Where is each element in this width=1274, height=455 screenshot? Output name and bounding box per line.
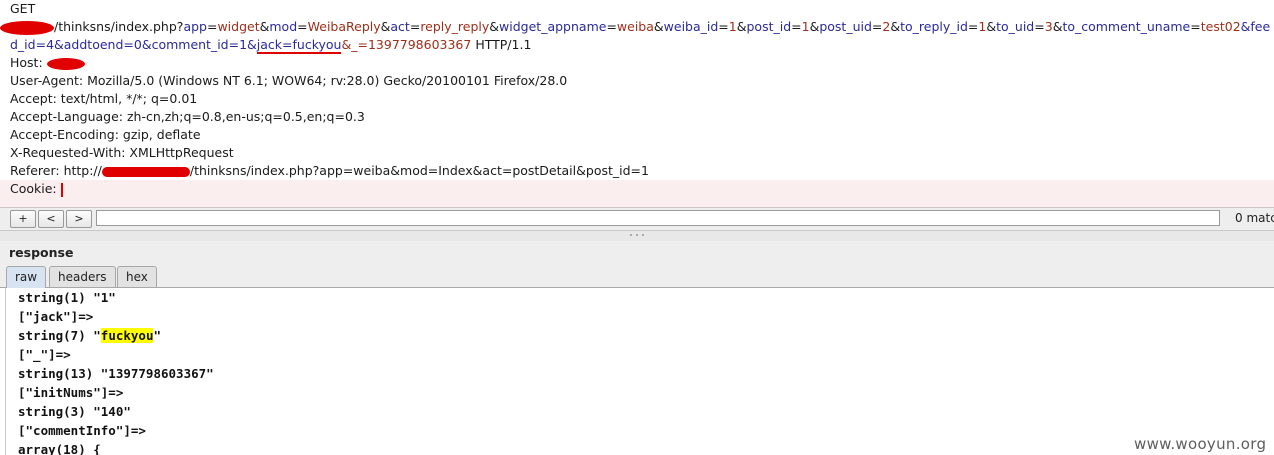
help-button[interactable]: + <box>10 210 36 228</box>
http-version: HTTP/1.1 <box>471 37 532 52</box>
host-value-redaction <box>46 57 85 70</box>
referer-header: Referer: http:// /thinksns/index.php?app=… <box>0 162 1274 180</box>
tab-headers[interactable]: headers <box>49 266 116 287</box>
search-bar: + < > 0 matches <box>0 207 1274 231</box>
param-equals: = <box>409 19 421 34</box>
splitter-grip-dot <box>642 234 644 236</box>
cookie-label: Cookie: <box>10 181 61 196</box>
response-title: response <box>9 245 74 260</box>
param-separator: & <box>890 19 901 34</box>
param-value: widget <box>217 19 260 34</box>
param-equals: = <box>206 19 218 34</box>
url-wrap-tail: &fee <box>1240 19 1271 34</box>
request-method-line: GET <box>0 0 1274 18</box>
url-params: app=widget&mod=WeibaReply&act=reply_repl… <box>183 19 1240 34</box>
response-header: response <box>0 241 1274 265</box>
param-value: 3 <box>1044 19 1053 34</box>
param-equals: = <box>1190 19 1201 34</box>
param-key: mod <box>269 19 298 34</box>
param-separator: & <box>380 19 391 34</box>
param-key: to_comment_uname <box>1062 19 1191 34</box>
param-equals: = <box>791 19 802 34</box>
param-key: weiba_id <box>663 19 719 34</box>
request-editor[interactable]: GET /thinksns/index.php?app=widget&mod=W… <box>0 0 1274 207</box>
tab-hex[interactable]: hex <box>117 266 157 287</box>
response-body[interactable]: string(1) "1" ["jack"]=> string(7) "fuck… <box>5 288 1274 455</box>
response-line: array(18) { <box>18 442 101 455</box>
url-line2-head: d_id=4&addtoend=0&comment_id=1& <box>10 37 257 52</box>
user-agent-header: User-Agent: Mozilla/5.0 (Windows NT 6.1;… <box>10 73 568 88</box>
response-line: ["commentInfo"]=> <box>18 423 146 438</box>
jack-param: jack=fuckyou <box>256 37 342 54</box>
param-key: app <box>183 19 207 34</box>
param-value: weiba <box>616 19 654 34</box>
response-line-suffix: " <box>153 328 162 343</box>
param-value: 1 <box>728 19 737 34</box>
response-line: string(7) "fuckyou" <box>6 326 1274 345</box>
param-separator: & <box>653 19 664 34</box>
referer-prefix: Referer: http:// <box>10 163 102 178</box>
cookie-overflow-line <box>0 198 1274 207</box>
match-count: 0 matches <box>1235 211 1274 225</box>
accept-header: Accept: text/html, */*; q=0.01 <box>10 91 198 106</box>
param-value: test02 <box>1200 19 1241 34</box>
param-equals: = <box>967 19 979 34</box>
referer-host-redaction <box>101 166 190 177</box>
param-value: 1 <box>801 19 810 34</box>
response-line: ["initNums"]=> <box>18 385 124 400</box>
splitter-grip-dot <box>636 234 638 236</box>
host-redaction <box>0 20 54 35</box>
url-line2-tail: &_=1397798603367 <box>341 37 472 52</box>
response-line: string(13) "1397798603367" <box>18 366 214 381</box>
response-line-prefix: string(7) " <box>18 328 101 343</box>
pane-splitter[interactable] <box>0 231 1274 241</box>
watermark: www.wooyun.org <box>1134 435 1267 453</box>
param-key: to_uid <box>996 19 1035 34</box>
accept-encoding-header: Accept-Encoding: gzip, deflate <box>10 127 201 142</box>
response-tabs: raw headers hex <box>0 265 1274 288</box>
search-input[interactable] <box>96 210 1220 226</box>
highlighted-value: fuckyou <box>100 328 154 343</box>
request-url-line-2: d_id=4&addtoend=0&comment_id=1&jack=fuck… <box>0 36 1274 54</box>
param-key: to_reply_id <box>900 19 968 34</box>
x-requested-with-header: X-Requested-With: XMLHttpRequest <box>10 145 234 160</box>
param-equals: = <box>871 19 883 34</box>
accept-language-header: Accept-Language: zh-cn,zh;q=0.8,en-us;q=… <box>10 109 365 124</box>
response-line: string(1) "1" <box>18 290 116 305</box>
param-separator: & <box>1052 19 1063 34</box>
response-line: ["jack"]=> <box>18 309 94 324</box>
param-value: WeibaReply <box>307 19 381 34</box>
param-equals: = <box>606 19 617 34</box>
param-key: post_uid <box>819 19 872 34</box>
url-path: /thinksns/index.php? <box>54 19 184 34</box>
tab-raw[interactable]: raw <box>6 266 47 288</box>
next-match-button[interactable]: > <box>66 210 92 228</box>
param-separator: & <box>259 19 270 34</box>
host-label: Host: <box>10 55 47 70</box>
cookie-header: Cookie: <box>0 180 1274 198</box>
response-line: string(3) "140" <box>18 404 131 419</box>
param-key: act <box>390 19 410 34</box>
param-equals: = <box>718 19 729 34</box>
text-caret <box>60 182 63 197</box>
previous-match-button[interactable]: < <box>38 210 64 228</box>
param-value: reply_reply <box>420 19 490 34</box>
param-equals: = <box>1034 19 1045 34</box>
request-method: GET <box>10 1 36 16</box>
request-url-line-1: /thinksns/index.php?app=widget&mod=Weiba… <box>0 18 1274 36</box>
param-equals: = <box>297 19 308 34</box>
param-separator: & <box>986 19 997 34</box>
referer-suffix: /thinksns/index.php?app=weiba&mod=Index&… <box>189 163 649 178</box>
param-key: post_id <box>746 19 792 34</box>
host-header: Host: <box>0 54 1274 72</box>
param-key: widget_appname <box>499 19 607 34</box>
param-separator: & <box>809 19 820 34</box>
param-separator: & <box>489 19 500 34</box>
splitter-grip-dot <box>630 234 632 236</box>
response-line: ["_"]=> <box>18 347 71 362</box>
